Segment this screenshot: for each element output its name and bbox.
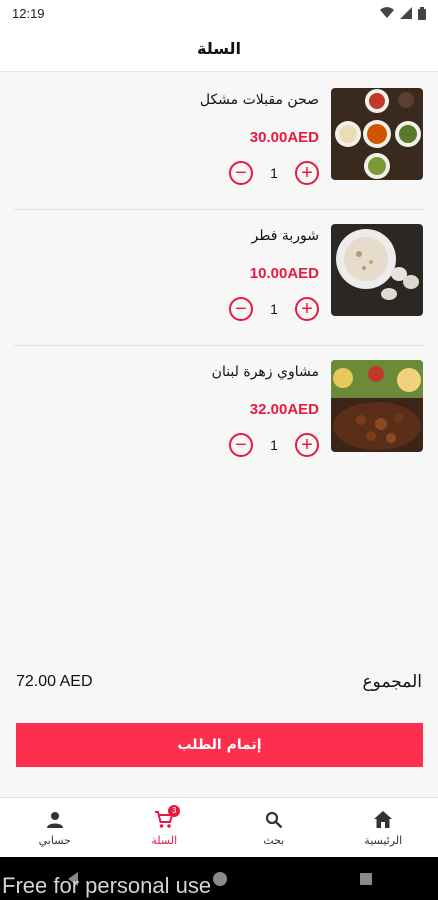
nav-label-search: بحث [263,833,285,847]
item-name: شوربة فطر [251,228,319,244]
recents-icon[interactable] [359,872,373,886]
cart-list: صحن مقبلات مشكل 30.00AED − 1 + شوربة فطر… [0,74,438,482]
signal-icon [400,7,412,19]
nav-label-cart: السلة [151,833,178,847]
grill-platter-image [331,360,423,452]
nav-item-account[interactable]: حسابي [15,809,95,847]
quantity-value: 1 [270,437,278,453]
app-header: السلة [0,26,438,72]
decrease-quantity-button[interactable]: − [229,297,253,321]
bottom-nav: الرئيسية بحث 3 السلة حسابي [0,797,438,857]
increase-quantity-button[interactable]: + [295,297,319,321]
checkout-button[interactable]: إتمام الطلب [16,723,423,767]
item-price: 32.00AED [249,401,319,418]
quantity-stepper: − 1 + [229,433,319,457]
total-amount: 72.00 AED [16,673,93,690]
increase-quantity-button[interactable]: + [295,161,319,185]
nav-item-search[interactable]: بحث [234,809,314,847]
mixed-appetizers-image [331,88,423,180]
increase-quantity-button[interactable]: + [295,433,319,457]
nav-label-home: الرئيسية [364,833,403,847]
quantity-stepper: − 1 + [229,297,319,321]
item-name: صحن مقبلات مشكل [199,92,319,108]
nav-item-home[interactable]: الرئيسية [343,809,423,847]
mushroom-soup-image [331,224,423,316]
quantity-value: 1 [270,165,278,181]
total-row: 72.00 AED المجموع [16,672,422,692]
decrease-quantity-button[interactable]: − [229,433,253,457]
wifi-icon [380,7,394,19]
status-icons [380,6,426,20]
quantity-stepper: − 1 + [229,161,319,185]
watermark-text: Free for personal use [2,873,212,898]
search-icon [263,809,285,831]
battery-icon [418,6,426,20]
status-time: 12:19 [12,5,45,21]
home-icon [372,809,394,831]
nav-label-account: حسابي [38,833,71,847]
page-title: السلة [196,39,241,58]
decrease-quantity-button[interactable]: − [229,161,253,185]
total-label: المجموع [362,672,422,692]
item-name: مشاوي زهرة لبنان [211,364,319,380]
status-bar: 12:19 [0,0,438,26]
cart-icon: 3 [153,804,181,831]
quantity-value: 1 [270,301,278,317]
cart-item: شوربة فطر 10.00AED − 1 + [14,210,424,346]
cart-count-badge: 3 [168,804,181,817]
item-price: 10.00AED [249,265,319,282]
home-circle-icon[interactable] [212,871,228,887]
cart-item: صحن مقبلات مشكل 30.00AED − 1 + [14,74,424,210]
cart-item: مشاوي زهرة لبنان 32.00AED − 1 + [14,346,424,482]
item-price: 30.00AED [249,129,319,146]
nav-item-cart[interactable]: 3 السلة [124,804,204,847]
person-icon [44,809,66,831]
